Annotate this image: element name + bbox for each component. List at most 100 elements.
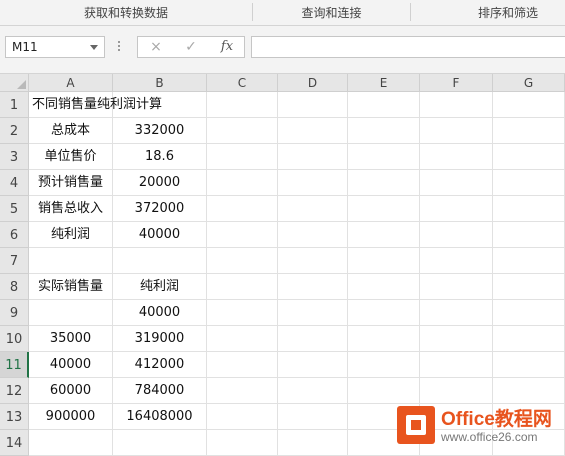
cell-g5[interactable]: [493, 196, 565, 222]
cell-d4[interactable]: [278, 170, 348, 196]
cell-d13[interactable]: [278, 404, 348, 430]
cell-b9[interactable]: 40000: [113, 300, 207, 326]
cell-b10[interactable]: 319000: [113, 326, 207, 352]
row-header-11[interactable]: 11: [0, 352, 29, 378]
cell-b13[interactable]: 16408000: [113, 404, 207, 430]
cell-a10[interactable]: 35000: [29, 326, 113, 352]
column-header-d[interactable]: D: [278, 74, 348, 92]
cell-g10[interactable]: [493, 326, 565, 352]
row-header-9[interactable]: 9: [0, 300, 29, 326]
cell-b2[interactable]: 332000: [113, 118, 207, 144]
cell-e4[interactable]: [348, 170, 420, 196]
row-header-1[interactable]: 1: [0, 92, 29, 118]
cell-a6[interactable]: 纯利润: [29, 222, 113, 248]
cell-d3[interactable]: [278, 144, 348, 170]
cell-c10[interactable]: [207, 326, 278, 352]
cell-d14[interactable]: [278, 430, 348, 456]
row-header-13[interactable]: 13: [0, 404, 29, 430]
cell-g11[interactable]: [493, 352, 565, 378]
cell-a3[interactable]: 单位售价: [29, 144, 113, 170]
cell-d5[interactable]: [278, 196, 348, 222]
cell-b3[interactable]: 18.6: [113, 144, 207, 170]
cell-e12[interactable]: [348, 378, 420, 404]
row-header-14[interactable]: 14: [0, 430, 29, 456]
cell-e8[interactable]: [348, 274, 420, 300]
cell-e10[interactable]: [348, 326, 420, 352]
cell-g7[interactable]: [493, 248, 565, 274]
cell-a12[interactable]: 60000: [29, 378, 113, 404]
cell-c2[interactable]: [207, 118, 278, 144]
column-header-a[interactable]: A: [29, 74, 113, 92]
row-header-8[interactable]: 8: [0, 274, 29, 300]
cell-a2[interactable]: 总成本: [29, 118, 113, 144]
cell-a5[interactable]: 销售总收入: [29, 196, 113, 222]
cell-b1[interactable]: [113, 92, 207, 118]
cell-e11[interactable]: [348, 352, 420, 378]
cell-c11[interactable]: [207, 352, 278, 378]
cell-g6[interactable]: [493, 222, 565, 248]
cell-f8[interactable]: [420, 274, 493, 300]
cell-b7[interactable]: [113, 248, 207, 274]
cell-c9[interactable]: [207, 300, 278, 326]
cell-b4[interactable]: 20000: [113, 170, 207, 196]
row-header-3[interactable]: 3: [0, 144, 29, 170]
cancel-icon[interactable]: ×: [141, 37, 171, 57]
cell-g9[interactable]: [493, 300, 565, 326]
cell-e1[interactable]: [348, 92, 420, 118]
cell-d9[interactable]: [278, 300, 348, 326]
cell-c13[interactable]: [207, 404, 278, 430]
cell-f12[interactable]: [420, 378, 493, 404]
insert-function-icon[interactable]: fx: [212, 37, 242, 57]
formula-input[interactable]: [251, 36, 565, 58]
cell-e5[interactable]: [348, 196, 420, 222]
cell-a14[interactable]: [29, 430, 113, 456]
row-header-6[interactable]: 6: [0, 222, 29, 248]
cell-e2[interactable]: [348, 118, 420, 144]
cell-b5[interactable]: 372000: [113, 196, 207, 222]
cell-a9[interactable]: [29, 300, 113, 326]
ribbon-group-queries-connections[interactable]: 查询和连接: [253, 0, 410, 25]
cell-c14[interactable]: [207, 430, 278, 456]
cell-a1[interactable]: 不同销售量纯利润计算: [29, 92, 162, 118]
cell-d12[interactable]: [278, 378, 348, 404]
row-header-2[interactable]: 2: [0, 118, 29, 144]
cell-a7[interactable]: [29, 248, 113, 274]
cell-e7[interactable]: [348, 248, 420, 274]
cell-d6[interactable]: [278, 222, 348, 248]
cell-e6[interactable]: [348, 222, 420, 248]
cell-c12[interactable]: [207, 378, 278, 404]
cell-f11[interactable]: [420, 352, 493, 378]
cell-d11[interactable]: [278, 352, 348, 378]
cell-a11[interactable]: 40000: [29, 352, 113, 378]
cell-d1[interactable]: [278, 92, 348, 118]
cell-f10[interactable]: [420, 326, 493, 352]
row-header-4[interactable]: 4: [0, 170, 29, 196]
cell-b6[interactable]: 40000: [113, 222, 207, 248]
ribbon-group-sort-filter[interactable]: 排序和筛选: [411, 0, 565, 25]
cell-c3[interactable]: [207, 144, 278, 170]
chevron-down-icon[interactable]: [90, 45, 98, 50]
column-header-g[interactable]: G: [493, 74, 565, 92]
cell-c5[interactable]: [207, 196, 278, 222]
cell-f5[interactable]: [420, 196, 493, 222]
cell-g12[interactable]: [493, 378, 565, 404]
cell-c1[interactable]: [207, 92, 278, 118]
cell-d10[interactable]: [278, 326, 348, 352]
cell-b11[interactable]: 412000: [113, 352, 207, 378]
cell-b14[interactable]: [113, 430, 207, 456]
cell-g8[interactable]: [493, 274, 565, 300]
column-header-f[interactable]: F: [420, 74, 493, 92]
cell-f1[interactable]: [420, 92, 493, 118]
cell-g4[interactable]: [493, 170, 565, 196]
cell-g1[interactable]: [493, 92, 565, 118]
row-header-10[interactable]: 10: [0, 326, 29, 352]
cell-f9[interactable]: [420, 300, 493, 326]
cell-f3[interactable]: [420, 144, 493, 170]
row-header-12[interactable]: 12: [0, 378, 29, 404]
column-header-c[interactable]: C: [207, 74, 278, 92]
row-header-7[interactable]: 7: [0, 248, 29, 274]
cell-e9[interactable]: [348, 300, 420, 326]
column-header-e[interactable]: E: [348, 74, 420, 92]
cell-f7[interactable]: [420, 248, 493, 274]
cell-a8[interactable]: 实际销售量: [29, 274, 113, 300]
